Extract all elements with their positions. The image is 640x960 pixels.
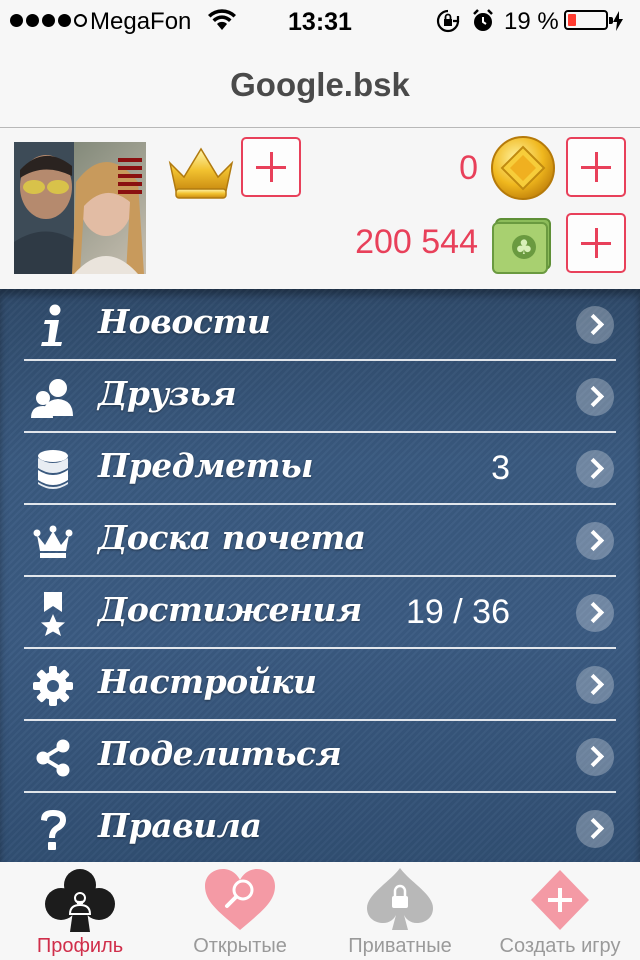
add-money-button[interactable] bbox=[566, 213, 626, 273]
status-bar: MegaFon 13:31 19 % bbox=[0, 0, 640, 40]
money-balance: 200 544 bbox=[355, 223, 478, 261]
alarm-icon bbox=[473, 9, 493, 31]
spade-lock-icon bbox=[367, 868, 433, 930]
tab-create-game[interactable]: Создать игру bbox=[480, 862, 640, 960]
menu-item-label: Доска почета bbox=[98, 518, 366, 557]
chevron-right-icon bbox=[576, 810, 614, 848]
signal-strength-icon bbox=[10, 14, 87, 27]
menu-item-label: Друзья bbox=[98, 374, 237, 413]
menu-item-label: Новости bbox=[98, 302, 271, 341]
club-user-icon bbox=[45, 869, 115, 932]
profile-header: 0 200 544 ♣ bbox=[0, 129, 640, 289]
menu-item-label: Настройки bbox=[98, 662, 317, 701]
menu-item-label: Достижения bbox=[98, 590, 362, 629]
chevron-right-icon bbox=[576, 306, 614, 344]
tab-open-games[interactable]: Открытые bbox=[160, 862, 320, 960]
navigation-bar: Google.bsk bbox=[0, 40, 640, 128]
tab-label: Приватные bbox=[348, 935, 452, 957]
menu-item-label: Правила bbox=[98, 806, 262, 845]
add-coins-button[interactable] bbox=[566, 137, 626, 197]
menu-item-achievements[interactable]: Достижения 19 / 36 bbox=[0, 577, 640, 649]
menu-item-settings[interactable]: Настройки bbox=[0, 649, 640, 721]
svg-text:♣: ♣ bbox=[515, 235, 533, 259]
heart-search-icon bbox=[205, 869, 275, 930]
menu-item-label: Поделиться bbox=[98, 734, 342, 773]
menu-item-items[interactable]: Предметы 3 bbox=[0, 433, 640, 505]
friends-icon bbox=[30, 375, 76, 421]
award-ribbon-icon bbox=[30, 591, 76, 637]
question-icon bbox=[30, 807, 76, 853]
coins-stack-icon bbox=[30, 447, 76, 493]
add-premium-button[interactable] bbox=[241, 137, 301, 197]
rotation-lock-icon bbox=[436, 9, 460, 33]
gold-coin-icon bbox=[491, 136, 555, 200]
page-title: Google.bsk bbox=[230, 66, 410, 103]
gear-icon bbox=[30, 663, 76, 709]
tab-label: Создать игру bbox=[499, 935, 621, 957]
tab-bar: Профиль Открытые Приватные Создать игру bbox=[0, 862, 640, 960]
diamond-plus-icon bbox=[531, 870, 589, 930]
chevron-right-icon bbox=[576, 594, 614, 632]
menu-item-friends[interactable]: Друзья bbox=[0, 361, 640, 433]
share-icon bbox=[30, 735, 76, 781]
info-icon bbox=[30, 303, 76, 349]
menu-item-count: 19 / 36 bbox=[406, 593, 510, 631]
crown-icon bbox=[168, 147, 234, 199]
chevron-right-icon bbox=[576, 378, 614, 416]
chevron-right-icon bbox=[576, 522, 614, 560]
menu-item-label: Предметы bbox=[98, 446, 314, 485]
tab-profile[interactable]: Профиль bbox=[0, 862, 160, 960]
coins-balance: 0 bbox=[459, 149, 478, 187]
carrier-name: MegaFon bbox=[90, 8, 192, 35]
main-menu: Новости Друзья Предметы 3 Доска почета Д… bbox=[0, 289, 640, 862]
tab-private-games[interactable]: Приватные bbox=[320, 862, 480, 960]
money-stack-icon: ♣ bbox=[492, 218, 551, 274]
menu-item-rules[interactable]: Правила bbox=[0, 793, 640, 862]
menu-item-news[interactable]: Новости bbox=[0, 289, 640, 361]
menu-item-leaderboard[interactable]: Доска почета bbox=[0, 505, 640, 577]
menu-item-count: 3 bbox=[491, 449, 510, 487]
chevron-right-icon bbox=[576, 738, 614, 776]
charging-bolt-icon bbox=[613, 11, 623, 31]
menu-item-share[interactable]: Поделиться bbox=[0, 721, 640, 793]
crown-icon bbox=[30, 519, 76, 565]
battery-percent: 19 % bbox=[504, 8, 559, 35]
battery-icon bbox=[564, 10, 613, 30]
avatar[interactable] bbox=[14, 142, 146, 274]
tab-label: Профиль bbox=[36, 935, 124, 957]
chevron-right-icon bbox=[576, 450, 614, 488]
wifi-icon bbox=[208, 9, 236, 30]
tab-label: Открытые bbox=[193, 935, 287, 957]
chevron-right-icon bbox=[576, 666, 614, 704]
